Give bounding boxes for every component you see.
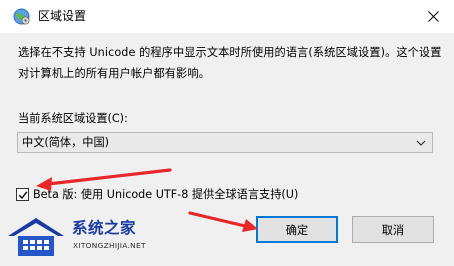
description-text: 选择在不支持 Unicode 的程序中显示文本时所使用的语言(系统区域设置)。这… <box>18 46 442 80</box>
watermark-url: XITONGZHIJIA.NET <box>73 241 146 250</box>
checkmark-icon <box>18 191 28 200</box>
close-icon <box>427 10 439 22</box>
close-button[interactable] <box>420 4 446 28</box>
locale-selected-value: 中文(简体，中国) <box>22 136 110 149</box>
watermark-name: 系统之家 <box>72 219 137 237</box>
locale-label: 当前系统区域设置(C): <box>18 112 128 125</box>
chevron-down-icon <box>416 140 426 146</box>
ok-button[interactable]: 确定 <box>256 216 338 243</box>
window-title: 区域设置 <box>38 9 87 23</box>
red-arrow-to-ok-button <box>188 211 258 232</box>
title-bar: 区域设置 <box>0 0 454 33</box>
region-settings-dialog: 区域设置 选择在不支持 Unicode 的程序中显示文本时所使用的语言(系统区域… <box>0 0 454 266</box>
watermark-logo: 系统之家 XITONGZHIJIA.NET <box>0 200 170 266</box>
cancel-button[interactable]: 取消 <box>352 216 434 243</box>
globe-settings-icon <box>13 8 30 25</box>
house-logo-icon <box>8 218 64 256</box>
locale-dropdown[interactable]: 中文(简体，中国) <box>17 132 433 153</box>
